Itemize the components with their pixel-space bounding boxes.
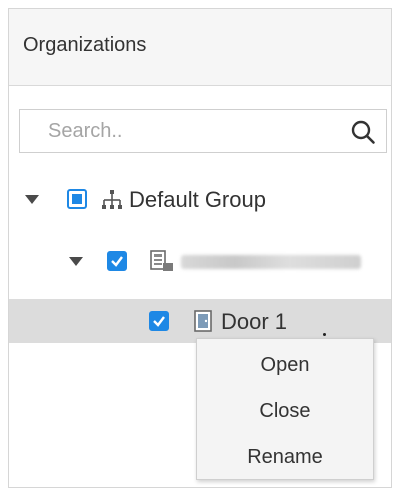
panel-title: Organizations [23,34,147,56]
menu-item-rename[interactable]: Rename [197,437,373,477]
expand-caret-icon[interactable] [69,257,83,266]
org-tree-icon [102,190,122,209]
panel-header: Organizations [9,9,391,86]
access-controller-icon [150,250,173,271]
tree-node-door-1[interactable]: Door 1 [9,299,391,343]
search-input[interactable] [20,110,340,152]
default-group-checkbox[interactable] [67,189,87,209]
tree-node-default-group[interactable]: Default Group [9,177,391,221]
mouse-cursor-icon [323,333,326,336]
menu-item-close[interactable]: Close [197,391,373,431]
tree-node-device[interactable] [9,239,391,283]
search-box [19,109,387,153]
door-1-label: Door 1 [221,309,288,334]
search-icon[interactable] [350,119,376,145]
menu-item-open[interactable]: Open [197,345,373,385]
device-name-redacted [181,255,361,269]
door-icon [194,310,212,332]
expand-caret-icon[interactable] [25,195,39,204]
door-1-checkbox[interactable] [149,311,169,331]
context-menu: Open Close Rename [196,338,374,480]
device-checkbox[interactable] [107,251,127,271]
default-group-label: Default Group [129,187,266,212]
